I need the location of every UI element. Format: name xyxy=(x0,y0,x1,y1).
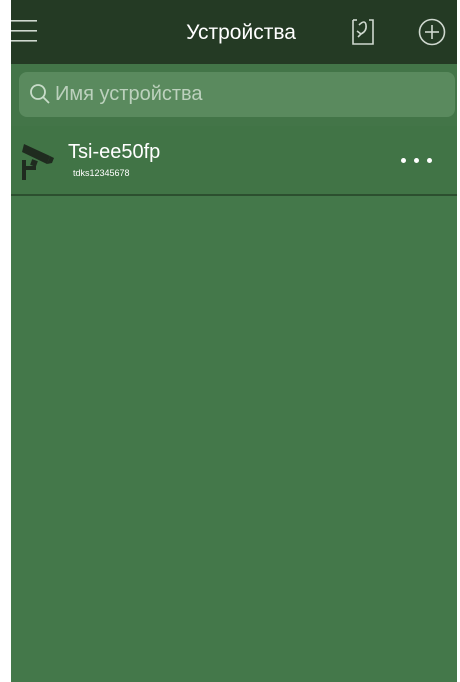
camera-icon xyxy=(20,140,60,182)
device-name: Tsi-ee50fp xyxy=(68,141,161,163)
search-bar xyxy=(11,64,457,126)
import-icon[interactable] xyxy=(347,15,379,49)
search-input[interactable] xyxy=(55,72,445,117)
more-dots-icon[interactable] xyxy=(397,150,437,170)
hamburger-menu-icon[interactable] xyxy=(11,18,39,44)
add-circle-icon[interactable] xyxy=(417,17,447,47)
device-row[interactable]: Tsi-ee50fp tdks12345678 xyxy=(11,126,457,196)
app-screen: Устройства Имя устройства Tsi-ee50fp tdk… xyxy=(11,0,457,682)
search-icon xyxy=(29,83,51,105)
page-title: Устройства xyxy=(186,21,296,44)
top-bar: Устройства xyxy=(11,0,457,64)
search-box[interactable] xyxy=(19,72,455,117)
device-id: tdks12345678 xyxy=(73,168,130,178)
